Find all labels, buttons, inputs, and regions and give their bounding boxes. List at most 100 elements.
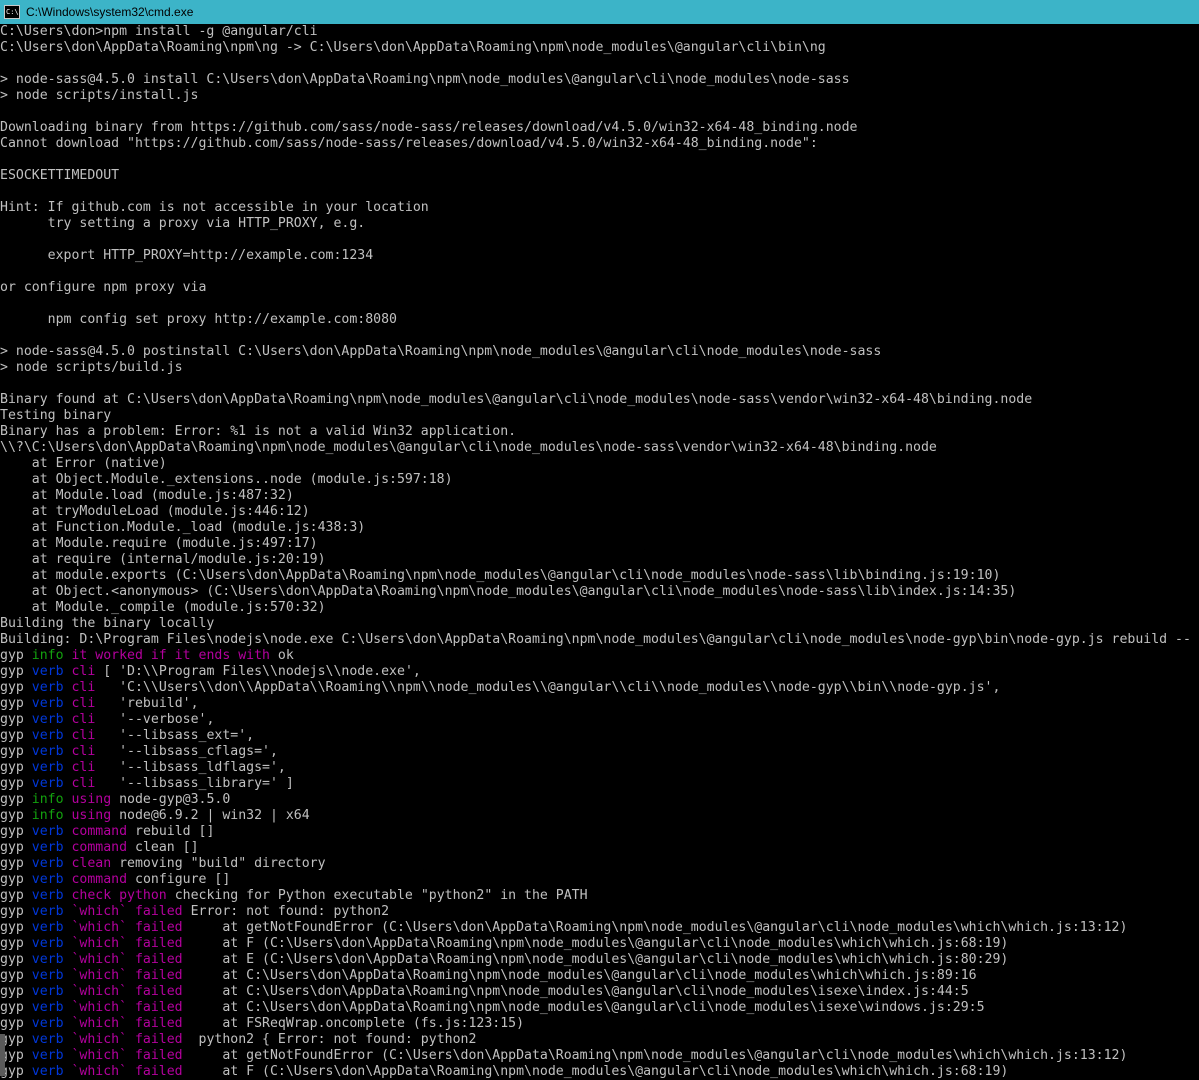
console-line: gyp verb cli '--libsass_ext=', bbox=[0, 728, 1199, 744]
console-text: rebuild [] bbox=[127, 824, 215, 839]
console-text: verb bbox=[31, 744, 64, 759]
console-text: 'C:\\Users\\don\\AppData\\Roaming\\npm\\… bbox=[95, 680, 1001, 695]
console-text: verb bbox=[31, 664, 64, 679]
console-text: at Module.load (module.js:487:32) bbox=[0, 488, 294, 503]
console-line: Building: D:\Program Files\nodejs\node.e… bbox=[0, 632, 1199, 648]
console-line: gyp verb `which` failed at C:\Users\don\… bbox=[0, 968, 1199, 984]
console-text: at Module.require (module.js:497:17) bbox=[0, 536, 318, 551]
console-line: at Module._compile (module.js:570:32) bbox=[0, 600, 1199, 616]
console-text: at F (C:\Users\don\AppData\Roaming\npm\n… bbox=[182, 1064, 1009, 1079]
console-text: > node scripts/install.js bbox=[0, 88, 199, 103]
console-output[interactable]: C:\Users\don>npm install -g @angular/cli… bbox=[0, 24, 1199, 1080]
console-text: gyp bbox=[0, 856, 32, 871]
console-text: cli bbox=[63, 664, 96, 679]
console-text: `which` failed bbox=[63, 1032, 183, 1047]
console-line: gyp verb cli 'C:\\Users\\don\\AppData\\R… bbox=[0, 680, 1199, 696]
console-text: verb bbox=[31, 712, 64, 727]
console-line: gyp info it worked if it ends with ok bbox=[0, 648, 1199, 664]
console-text: clean bbox=[63, 856, 112, 871]
console-text: gyp bbox=[0, 808, 32, 823]
console-text: gyp bbox=[0, 744, 32, 759]
console-line: gyp info using node@6.9.2 | win32 | x64 bbox=[0, 808, 1199, 824]
console-text: info bbox=[31, 792, 64, 807]
console-text: python2 { Error: not found: python2 bbox=[182, 1032, 477, 1047]
title-bar[interactable]: C:\ C:\Windows\system32\cmd.exe bbox=[0, 0, 1199, 24]
console-text: gyp bbox=[0, 888, 32, 903]
console-text: command bbox=[63, 840, 128, 855]
console-text: at E (C:\Users\don\AppData\Roaming\npm\n… bbox=[182, 952, 1009, 967]
console-line: gyp verb cli '--libsass_cflags=', bbox=[0, 744, 1199, 760]
console-text: `which` failed bbox=[63, 952, 183, 967]
console-text: Building the binary locally bbox=[0, 616, 215, 631]
console-text: gyp bbox=[0, 872, 32, 887]
console-text: cli bbox=[63, 696, 96, 711]
console-text: gyp bbox=[0, 728, 32, 743]
console-text: cli bbox=[63, 712, 96, 727]
console-text: `which` failed bbox=[63, 968, 183, 983]
console-text: verb bbox=[31, 824, 64, 839]
console-text: Building: D:\Program Files\nodejs\node.e… bbox=[0, 632, 1191, 647]
console-text: at Object.Module._extensions..node (modu… bbox=[0, 472, 453, 487]
console-text: verb bbox=[31, 1048, 64, 1063]
console-text: `which` failed bbox=[63, 920, 183, 935]
console-text: cli bbox=[63, 728, 96, 743]
console-text: at C:\Users\don\AppData\Roaming\npm\node… bbox=[182, 1000, 985, 1015]
console-text: cli bbox=[63, 776, 96, 791]
console-text: at C:\Users\don\AppData\Roaming\npm\node… bbox=[182, 984, 969, 999]
console-text: `which` failed bbox=[63, 1000, 183, 1015]
console-text: gyp bbox=[0, 936, 32, 951]
console-text: > node-sass@4.5.0 postinstall C:\Users\d… bbox=[0, 344, 882, 359]
console-text: cli bbox=[63, 744, 96, 759]
console-text: `which` failed bbox=[63, 936, 183, 951]
console-line: > node-sass@4.5.0 postinstall C:\Users\d… bbox=[0, 344, 1199, 360]
console-text: at Module._compile (module.js:570:32) bbox=[0, 600, 326, 615]
console-text: at C:\Users\don\AppData\Roaming\npm\node… bbox=[182, 968, 977, 983]
console-text: Cannot download "https://github.com/sass… bbox=[0, 136, 818, 151]
console-line: Binary has a problem: Error: %1 is not a… bbox=[0, 424, 1199, 440]
console-text: node@6.9.2 | win32 | x64 bbox=[111, 808, 310, 823]
console-text: using bbox=[63, 808, 112, 823]
console-line: gyp verb `which` failed Error: not found… bbox=[0, 904, 1199, 920]
console-text: or configure npm proxy via bbox=[0, 280, 207, 295]
console-text: at tryModuleLoad (module.js:446:12) bbox=[0, 504, 310, 519]
console-text: verb bbox=[31, 696, 64, 711]
console-line: > node scripts/build.js bbox=[0, 360, 1199, 376]
console-text: gyp bbox=[0, 824, 32, 839]
console-text: verb bbox=[31, 936, 64, 951]
console-line: gyp verb `which` failed at FSReqWrap.onc… bbox=[0, 1016, 1199, 1032]
console-text: command bbox=[63, 824, 128, 839]
console-text: checking for Python executable "python2"… bbox=[166, 888, 588, 903]
console-line: gyp verb `which` failed at C:\Users\don\… bbox=[0, 1000, 1199, 1016]
console-text: try setting a proxy via HTTP_PROXY, e.g. bbox=[0, 216, 366, 231]
console-text: verb bbox=[31, 840, 64, 855]
console-text: verb bbox=[31, 728, 64, 743]
console-text: `which` failed bbox=[63, 1064, 183, 1079]
console-text: '--libsass_ldflags=', bbox=[95, 760, 286, 775]
console-line: C:\Users\don>npm install -g @angular/cli bbox=[0, 24, 1199, 40]
console-text: C:\Users\don\AppData\Roaming\npm\ng -> C… bbox=[0, 40, 826, 55]
console-line: Testing binary bbox=[0, 408, 1199, 424]
console-text: ESOCKETTIMEDOUT bbox=[0, 168, 120, 183]
console-line: at tryModuleLoad (module.js:446:12) bbox=[0, 504, 1199, 520]
console-text: gyp bbox=[0, 648, 32, 663]
console-text: gyp bbox=[0, 1016, 32, 1031]
console-text: verb bbox=[31, 920, 64, 935]
console-text: verb bbox=[31, 1064, 64, 1079]
console-text: at module.exports (C:\Users\don\AppData\… bbox=[0, 568, 1001, 583]
console-text: Downloading binary from https://github.c… bbox=[0, 120, 858, 135]
console-line: or configure npm proxy via bbox=[0, 280, 1199, 296]
console-line: try setting a proxy via HTTP_PROXY, e.g. bbox=[0, 216, 1199, 232]
console-line: gyp verb command clean [] bbox=[0, 840, 1199, 856]
console-text: ok bbox=[269, 648, 294, 663]
console-text: gyp bbox=[0, 792, 32, 807]
console-text: node-gyp@3.5.0 bbox=[111, 792, 231, 807]
console-text: at require (internal/module.js:20:19) bbox=[0, 552, 326, 567]
console-line: gyp verb `which` failed at E (C:\Users\d… bbox=[0, 952, 1199, 968]
console-line: gyp verb `which` failed at F (C:\Users\d… bbox=[0, 936, 1199, 952]
console-text: `which` failed bbox=[63, 1016, 183, 1031]
